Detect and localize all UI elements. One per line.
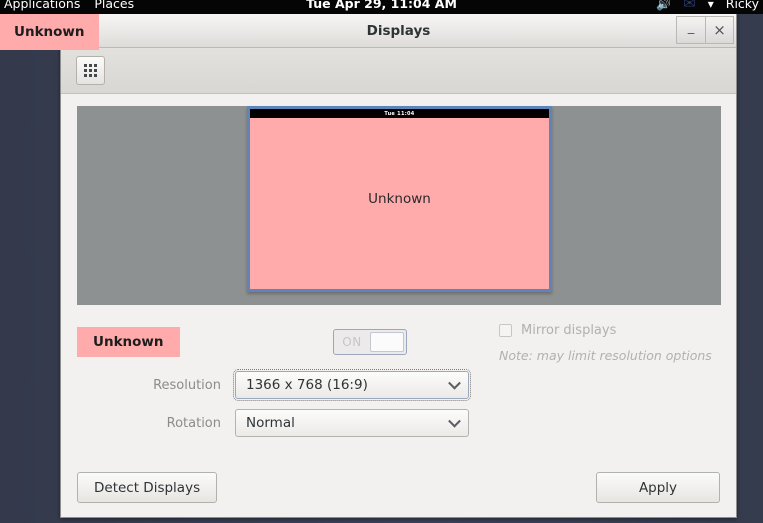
monitor-panel-clock: Tue 11:04 bbox=[250, 109, 549, 118]
apply-button[interactable]: Apply bbox=[596, 472, 720, 503]
chevron-down-icon bbox=[448, 376, 461, 390]
minimize-button[interactable]: _ bbox=[676, 16, 705, 44]
mirror-displays-checkbox[interactable] bbox=[499, 324, 512, 337]
resolution-select[interactable]: 1366 x 768 (16:9) bbox=[233, 369, 471, 401]
resolution-value: 1366 x 768 (16:9) bbox=[246, 377, 368, 393]
mail-icon[interactable]: ✉ bbox=[683, 0, 696, 11]
panel-user-menu[interactable]: Ricky bbox=[726, 0, 759, 11]
window-titlebar: Displays _ × bbox=[61, 14, 736, 48]
display-power-toggle-label: ON bbox=[342, 335, 362, 349]
window-buttons: _ × bbox=[676, 16, 734, 44]
volume-icon[interactable]: 🔊 bbox=[656, 0, 671, 11]
display-identify-badge: Unknown bbox=[0, 14, 99, 50]
monitor-unknown[interactable]: Tue 11:04 Unknown bbox=[247, 106, 552, 292]
top-panel: Applications Places Tue Apr 29, 11:04 AM… bbox=[0, 0, 763, 14]
all-settings-button[interactable] bbox=[76, 56, 105, 85]
resolution-label: Resolution bbox=[153, 377, 221, 393]
window-footer: Detect Displays Apply bbox=[61, 472, 736, 503]
grid-icon bbox=[84, 64, 97, 77]
chevron-down-icon bbox=[448, 414, 461, 428]
display-power-toggle[interactable]: ON bbox=[333, 329, 407, 355]
rotation-row: Rotation Normal bbox=[77, 409, 469, 437]
close-button[interactable]: × bbox=[705, 16, 734, 44]
mirror-displays-checkbox-row[interactable]: Mirror displays bbox=[499, 323, 724, 338]
detect-displays-button[interactable]: Detect Displays bbox=[77, 472, 218, 503]
window-title: Displays bbox=[366, 22, 431, 39]
mirror-displays-note: Note: may limit resolution options bbox=[499, 348, 712, 363]
display-power-toggle-knob[interactable] bbox=[370, 332, 404, 352]
panel-clock[interactable]: Tue Apr 29, 11:04 AM bbox=[306, 0, 457, 11]
network-icon[interactable]: ▾ bbox=[708, 0, 714, 11]
rotation-select[interactable]: Normal bbox=[235, 409, 469, 437]
window-content: Tue 11:04 Unknown Unknown ON Mirror disp… bbox=[61, 94, 736, 453]
resolution-row: Resolution 1366 x 768 (16:9) bbox=[77, 369, 471, 401]
mirror-displays-label: Mirror displays bbox=[521, 323, 617, 338]
rotation-label: Rotation bbox=[166, 415, 221, 431]
monitor-name-label: Unknown bbox=[368, 191, 431, 207]
rotation-value: Normal bbox=[246, 415, 295, 431]
window-toolbar bbox=[61, 48, 736, 94]
displays-preview-canvas[interactable]: Tue 11:04 Unknown bbox=[77, 106, 721, 305]
selected-output-badge[interactable]: Unknown bbox=[77, 327, 180, 357]
displays-window: Displays _ × Tue 11:04 Unknown Unknown O… bbox=[60, 14, 737, 518]
mirror-displays-group: Mirror displays Note: may limit resoluti… bbox=[499, 323, 724, 363]
displays-controls: Unknown ON Mirror displays Note: may lim… bbox=[77, 323, 720, 453]
